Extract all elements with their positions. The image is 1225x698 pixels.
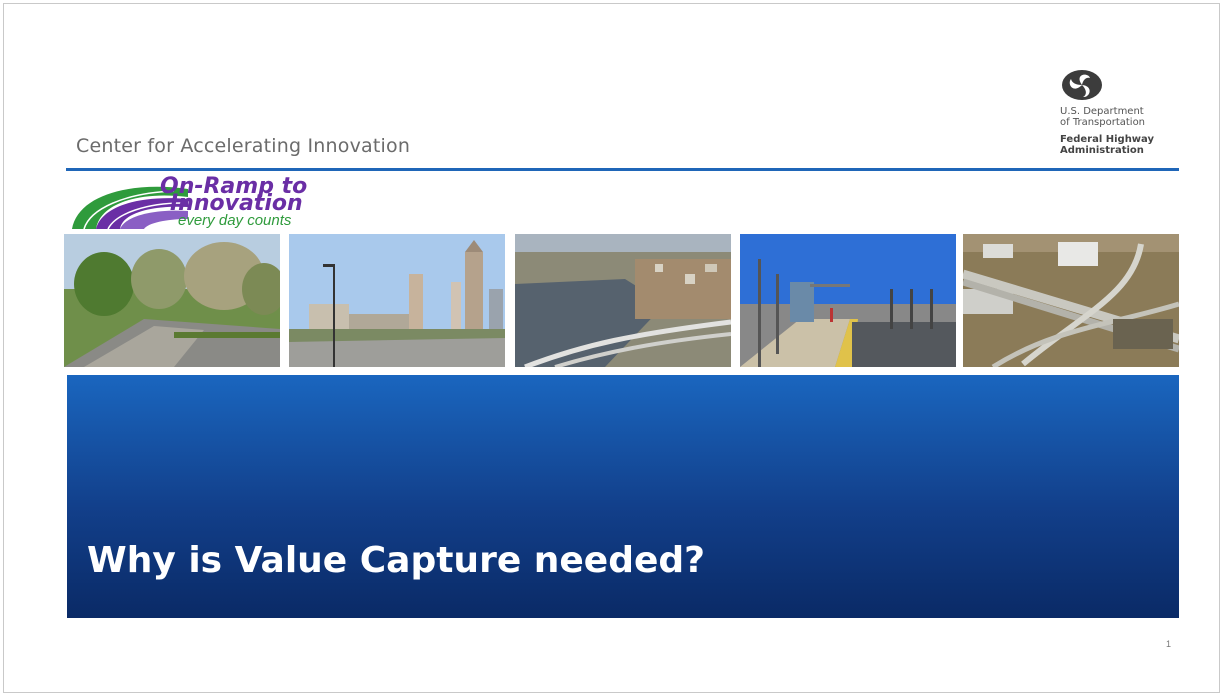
dot-triskelion-icon xyxy=(1062,70,1102,100)
on-ramp-logo: On-Ramp to Innovation every day counts xyxy=(70,175,370,235)
dot-fhwa-logo: U.S. Department of Transportation Federa… xyxy=(1056,68,1186,163)
city-skyline-photo xyxy=(289,234,505,367)
transit-platform-photo xyxy=(740,234,956,367)
tree-lined-street-photo xyxy=(64,234,280,367)
title-banner: Why is Value Capture needed? xyxy=(67,375,1179,618)
river-bridge-aerial-photo xyxy=(515,234,731,367)
page-number: 1 xyxy=(1166,639,1172,649)
on-ramp-logo-tagline: every day counts xyxy=(178,212,292,229)
header-title: Center for Accelerating Innovation xyxy=(76,135,411,157)
slide: Center for Accelerating Innovation U.S. … xyxy=(3,3,1220,693)
highway-interchange-aerial-photo xyxy=(963,234,1179,367)
dot-logo-line-4: Administration xyxy=(1060,145,1144,156)
header-divider xyxy=(66,168,1179,171)
slide-title: Why is Value Capture needed? xyxy=(87,540,706,581)
dot-logo-line-2: of Transportation xyxy=(1060,117,1146,128)
